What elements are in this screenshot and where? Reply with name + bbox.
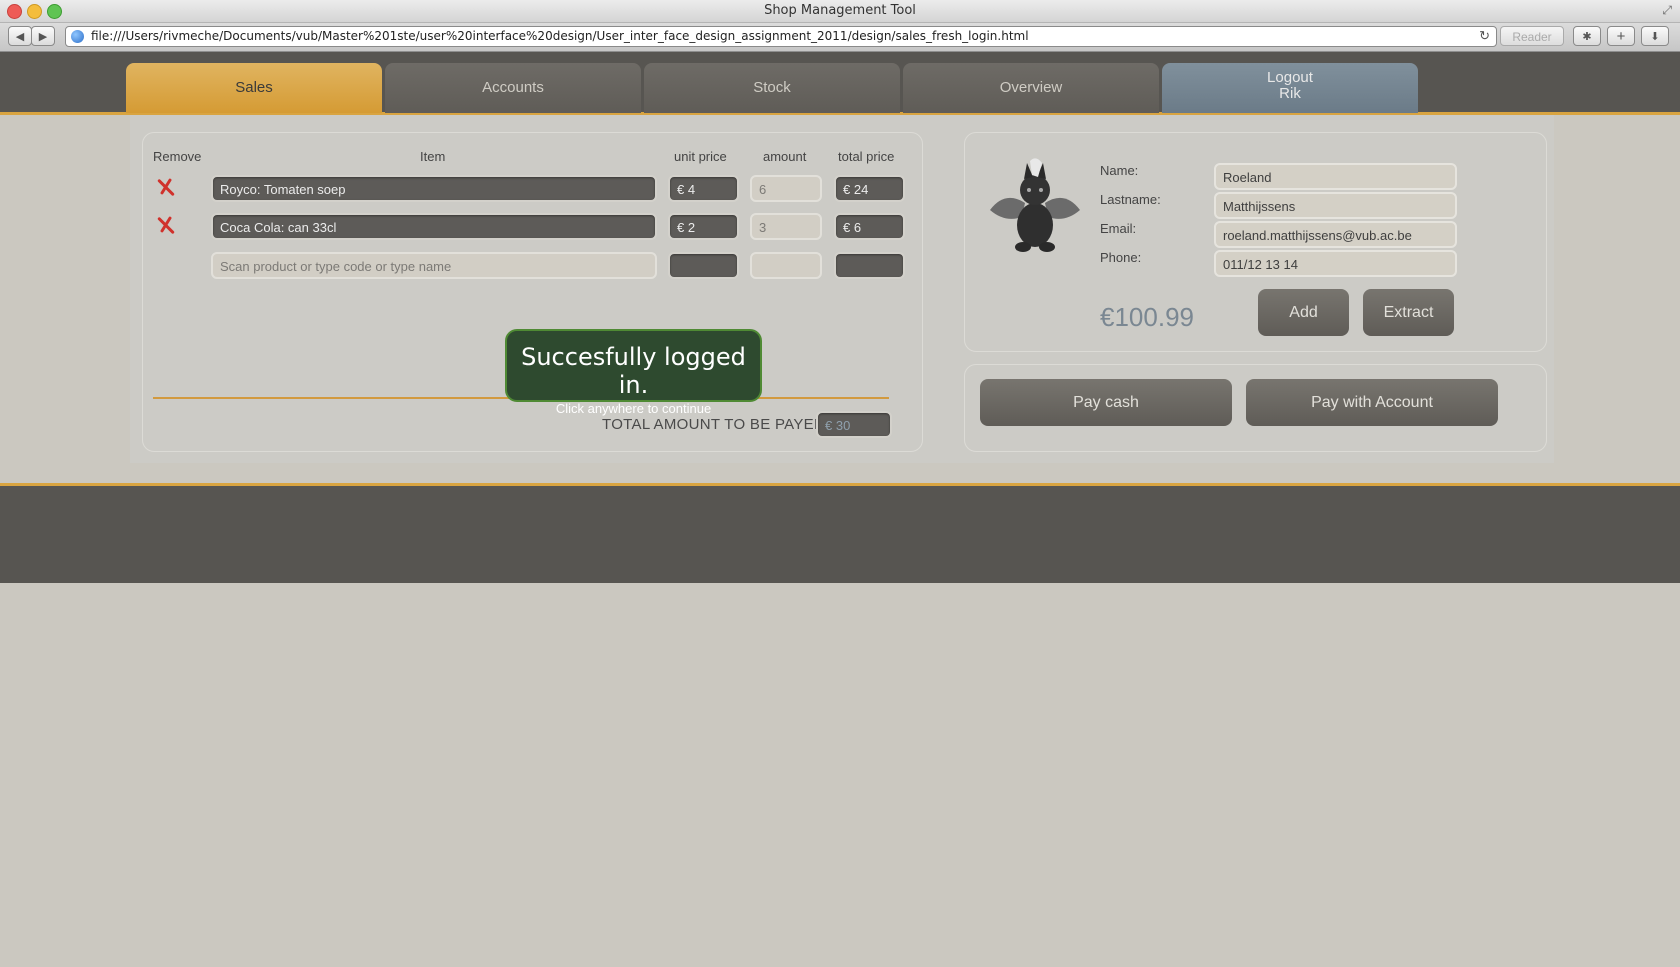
total-price-header: total price bbox=[838, 149, 895, 164]
total-label: TOTAL AMOUNT TO BE PAYED bbox=[602, 416, 826, 433]
pay-with-account-button[interactable]: Pay with Account bbox=[1246, 379, 1498, 426]
total-amount-field: € 30 bbox=[816, 411, 892, 438]
login-success-toast[interactable]: Succesfully logged in. Click anywhere to… bbox=[505, 329, 762, 416]
item-field[interactable]: Coca Cola: can 33cl bbox=[211, 213, 657, 240]
item-header: Item bbox=[420, 149, 446, 164]
address-bar[interactable]: file:///Users/rivmeche/Documents/vub/Mas… bbox=[65, 26, 1497, 47]
toast-subtitle: Click anywhere to continue bbox=[555, 401, 712, 416]
window-titlebar: Shop Management Tool ⤢ bbox=[0, 0, 1680, 23]
email-field[interactable]: roeland.matthijssens@vub.ac.be bbox=[1214, 221, 1457, 248]
new-amount-field[interactable] bbox=[750, 252, 822, 279]
unit-price-header: unit price bbox=[674, 149, 727, 164]
new-unit-price-field bbox=[668, 252, 739, 279]
unit-price-field: € 4 bbox=[668, 175, 739, 202]
logged-in-user: Rik bbox=[1279, 85, 1301, 102]
url-text: file:///Users/rivmeche/Documents/vub/Mas… bbox=[91, 29, 1029, 43]
lastname-label: Lastname: bbox=[1100, 192, 1161, 207]
tab-accounts[interactable]: Accounts bbox=[385, 63, 641, 113]
tab-label: Accounts bbox=[482, 79, 544, 96]
window-title: Shop Management Tool bbox=[764, 3, 916, 18]
item-field[interactable]: Royco: Tomaten soep bbox=[211, 175, 657, 202]
amount-field[interactable]: 3 bbox=[750, 213, 822, 240]
unit-price-field: € 2 bbox=[668, 213, 739, 240]
phone-label: Phone: bbox=[1100, 250, 1142, 265]
amount-field[interactable]: 6 bbox=[750, 175, 822, 202]
remove-icon[interactable] bbox=[154, 176, 176, 198]
toast-title: Succesfully logged in. bbox=[521, 343, 746, 399]
back-arrow-icon: ◀ bbox=[15, 31, 25, 43]
email-label: Email: bbox=[1100, 221, 1137, 236]
extract-credit-button[interactable]: Extract bbox=[1363, 289, 1454, 336]
name-field[interactable]: Roeland bbox=[1214, 163, 1457, 190]
fullscreen-icon[interactable]: ⤢ bbox=[1662, 3, 1672, 18]
app-footer bbox=[0, 483, 1680, 583]
tab-label: Sales bbox=[235, 79, 273, 96]
product-search-input[interactable]: Scan product or type code or type name bbox=[211, 252, 657, 279]
tab-label: Overview bbox=[999, 79, 1063, 96]
winged-creature-icon bbox=[990, 158, 1080, 252]
reader-button[interactable]: Reader bbox=[1500, 26, 1564, 46]
plus-icon: + bbox=[1616, 28, 1626, 45]
tab-stock[interactable]: Stock bbox=[644, 63, 900, 113]
reload-icon[interactable]: ↻ bbox=[1479, 28, 1490, 44]
pay-cash-button[interactable]: Pay cash bbox=[980, 379, 1232, 426]
extension-button[interactable]: ✱ bbox=[1573, 26, 1601, 46]
tab-label: Stock bbox=[753, 79, 791, 96]
total-price-field: € 24 bbox=[834, 175, 905, 202]
add-credit-button[interactable]: Add bbox=[1258, 289, 1349, 336]
account-balance: €100.99 bbox=[1100, 302, 1194, 332]
phone-field[interactable]: 011/12 13 14 bbox=[1214, 250, 1457, 277]
download-icon: ⬇ bbox=[1650, 31, 1660, 43]
tab-overview[interactable]: Overview bbox=[903, 63, 1159, 113]
bug-icon: ✱ bbox=[1582, 31, 1592, 43]
back-button[interactable]: ◀ bbox=[8, 26, 32, 46]
browser-toolbar: ◀ ▶ file:///Users/rivmeche/Documents/vub… bbox=[0, 23, 1680, 52]
app-header: Sales Accounts Stock Overview Logout Rik bbox=[0, 52, 1680, 115]
downloads-button[interactable]: ⬇ bbox=[1641, 26, 1669, 46]
forward-button[interactable]: ▶ bbox=[31, 26, 55, 46]
forward-arrow-icon: ▶ bbox=[38, 31, 48, 43]
remove-header: Remove bbox=[153, 149, 202, 164]
globe-icon bbox=[71, 30, 84, 43]
logout-label: Logout bbox=[1267, 69, 1313, 86]
new-total-price-field bbox=[834, 252, 905, 279]
tab-sales[interactable]: Sales bbox=[126, 63, 382, 113]
amount-header: amount bbox=[763, 149, 807, 164]
customer-avatar bbox=[980, 155, 1090, 255]
remove-icon[interactable] bbox=[154, 214, 176, 236]
logout-button[interactable]: Logout Rik bbox=[1162, 63, 1418, 113]
name-label: Name: bbox=[1100, 163, 1139, 178]
total-price-field: € 6 bbox=[834, 213, 905, 240]
add-bookmark-button[interactable]: + bbox=[1607, 26, 1635, 46]
lastname-field[interactable]: Matthijssens bbox=[1214, 192, 1457, 219]
